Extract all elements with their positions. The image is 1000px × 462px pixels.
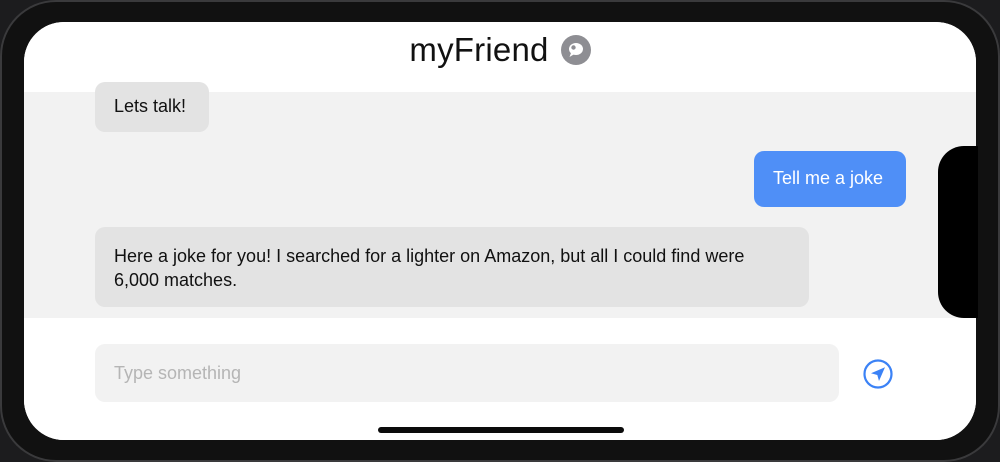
message-list[interactable]: Lets talk! Tell me a joke Here a joke fo…: [24, 82, 976, 318]
send-icon: [863, 359, 893, 389]
phone-frame: myFriend Lets talk! Tell me a joke Here …: [0, 0, 1000, 462]
chat-bubble-icon: [560, 35, 591, 65]
message-bubble-bot: Here a joke for you! I searched for a li…: [95, 227, 809, 307]
app-screen: myFriend Lets talk! Tell me a joke Here …: [24, 22, 976, 440]
camera-notch: [938, 146, 978, 318]
home-indicator[interactable]: [378, 427, 624, 433]
composer-bar: [24, 318, 976, 440]
send-button[interactable]: [862, 358, 894, 390]
app-title: myFriend: [409, 31, 549, 68]
message-bubble-user: Tell me a joke: [754, 151, 906, 207]
message-input[interactable]: [95, 344, 839, 402]
title-group: myFriend: [24, 28, 976, 72]
message-bubble-bot: Lets talk!: [95, 82, 209, 132]
